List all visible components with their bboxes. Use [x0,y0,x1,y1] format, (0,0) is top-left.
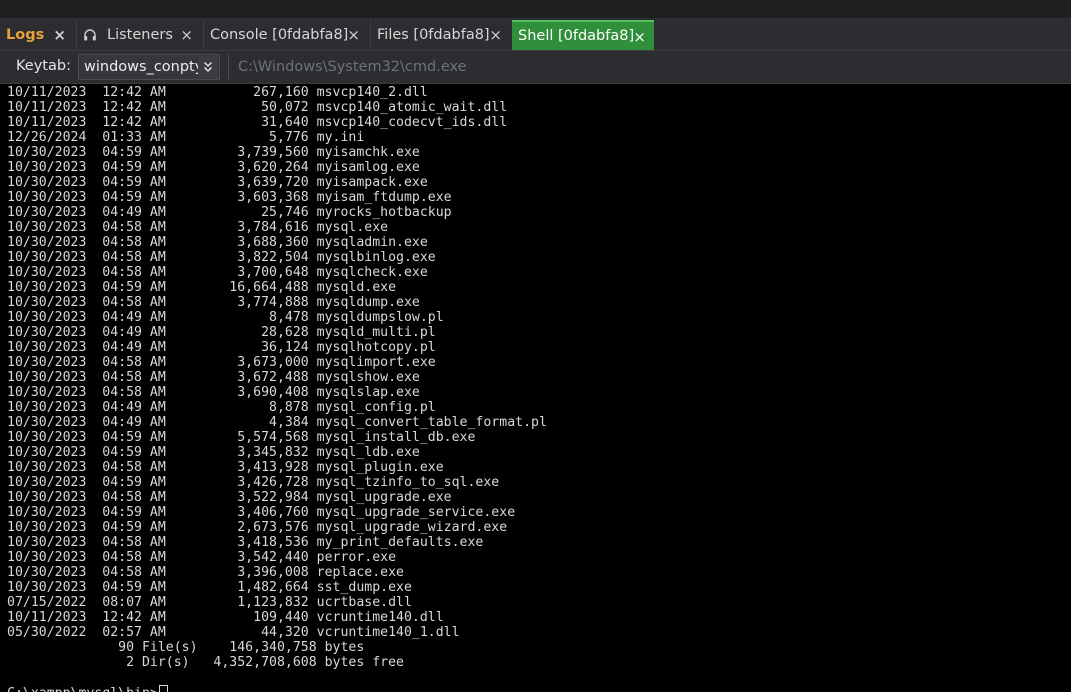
title-strip [0,0,1071,18]
terminal-line: 10/11/2023 12:42 AM 50,072 msvcp140_atom… [7,100,508,115]
tab-console[interactable]: Console [0fdabfa8] × [203,20,368,50]
terminal-line: 10/30/2023 04:59 AM 3,426,728 mysql_tzin… [7,475,500,490]
terminal-line: 10/30/2023 04:58 AM 3,784,616 mysql.exe [7,220,389,235]
chevron-updown-icon[interactable] [198,56,218,78]
tab-logs[interactable]: Logs × [0,20,74,50]
terminal-line: 10/30/2023 04:49 AM 28,628 mysqld_multi.… [7,325,436,340]
terminal-line: 10/30/2023 04:59 AM 3,739,560 myisamchk.… [7,145,420,160]
close-icon[interactable]: × [633,28,646,46]
terminal-output[interactable]: 10/11/2023 12:42 AM 267,160 msvcp140_2.d… [0,84,1071,692]
terminal-line: 10/30/2023 04:58 AM 3,413,928 mysql_plug… [7,460,444,475]
terminal-line: 10/30/2023 04:49 AM 36,124 mysqlhotcopy.… [7,340,436,355]
terminal-line: 05/30/2022 02:57 AM 44,320 vcruntime140_… [7,625,460,640]
terminal-prompt-row[interactable]: C:\xampp\mysql\bin> [7,685,1071,692]
tab-listeners-label: Listeners [107,27,173,43]
tab-listeners[interactable]: Listeners × [76,20,201,50]
terminal-line: 10/30/2023 04:59 AM 3,620,264 myisamlog.… [7,160,420,175]
terminal-line: 07/15/2022 08:07 AM 1,123,832 ucrtbase.d… [7,595,412,610]
terminal-line: 10/30/2023 04:58 AM 3,690,408 mysqlslap.… [7,385,420,400]
terminal-line: 10/30/2023 04:58 AM 3,418,536 my_print_d… [7,535,484,550]
terminal-line: 10/30/2023 04:58 AM 3,822,504 mysqlbinlo… [7,250,436,265]
terminal-line: 10/30/2023 04:49 AM 8,478 mysqldumpslow.… [7,310,444,325]
terminal-line: 10/30/2023 04:59 AM 3,345,832 mysql_ldb.… [7,445,420,460]
terminal-line: 10/11/2023 12:42 AM 31,640 msvcp140_code… [7,115,508,130]
terminal-line: 10/30/2023 04:58 AM 3,396,008 replace.ex… [7,565,404,580]
tab-files-label: Files [0fdabfa8] [377,27,490,43]
terminal-line: 10/30/2023 04:58 AM 3,700,648 mysqlcheck… [7,265,428,280]
tab-shell[interactable]: Shell [0fdabfa8] × [512,20,654,50]
terminal-line: 10/30/2023 04:59 AM 3,603,368 myisam_ftd… [7,190,452,205]
shell-path-field[interactable]: C:\Windows\System32\cmd.exe [228,54,1066,80]
close-icon[interactable]: × [347,26,360,44]
keytab-label: Keytab: [16,58,71,74]
terminal-line: 10/30/2023 04:49 AM 25,746 myrocks_hotba… [7,205,452,220]
terminal-prompt: C:\xampp\mysql\bin> [7,686,158,692]
terminal-line: 10/30/2023 04:58 AM 3,522,984 mysql_upgr… [7,490,452,505]
terminal-line: 10/30/2023 04:59 AM 2,673,576 mysql_upgr… [7,520,508,535]
terminal-line: 10/30/2023 04:58 AM 3,774,888 mysqldump.… [7,295,420,310]
terminal-line: 10/30/2023 04:58 AM 3,688,360 mysqladmin… [7,235,428,250]
terminal-line: 10/30/2023 04:58 AM 3,673,000 mysqlimpor… [7,355,436,370]
tab-files[interactable]: Files [0fdabfa8] × [370,20,510,50]
keytab-select[interactable]: windows_conpty [78,54,220,80]
close-icon[interactable]: × [489,26,502,44]
terminal-line: 10/11/2023 12:42 AM 109,440 vcruntime140… [7,610,444,625]
terminal-line: 2 Dir(s) 4,352,708,608 bytes free [7,655,404,670]
terminal-cursor [158,685,168,692]
terminal-line: 10/30/2023 04:59 AM 16,664,488 mysqld.ex… [7,280,397,295]
headphones-icon [83,28,97,42]
c2-client-window: Logs × Listeners × Console [0fdabfa8] × … [0,0,1071,692]
tab-shell-label: Shell [0fdabfa8] [518,28,635,44]
close-icon[interactable]: × [53,26,66,44]
terminal-line: 10/11/2023 12:42 AM 267,160 msvcp140_2.d… [7,85,428,100]
terminal-line: 10/30/2023 04:58 AM 3,542,440 perror.exe [7,550,397,565]
tab-bar: Logs × Listeners × Console [0fdabfa8] × … [0,18,1071,51]
close-icon[interactable]: × [180,26,193,44]
terminal-lines: 10/11/2023 12:42 AM 267,160 msvcp140_2.d… [0,84,1071,692]
terminal-line: 10/30/2023 04:59 AM 5,574,568 mysql_inst… [7,430,476,445]
terminal-line: 10/30/2023 04:49 AM 4,384 mysql_convert_… [7,415,547,430]
terminal-line: 10/30/2023 04:58 AM 3,672,488 mysqlshow.… [7,370,420,385]
terminal-line: 10/30/2023 04:59 AM 3,406,760 mysql_upgr… [7,505,516,520]
keytab-value: windows_conpty [84,59,204,75]
terminal-line: 12/26/2024 01:33 AM 5,776 my.ini [7,130,365,145]
terminal-line: 10/30/2023 04:59 AM 3,639,720 myisampack… [7,175,428,190]
terminal-line: 10/30/2023 04:49 AM 8,878 mysql_config.p… [7,400,436,415]
tab-console-label: Console [0fdabfa8] [210,27,349,43]
terminal-line: 90 File(s) 146,340,758 bytes [7,640,365,655]
tab-logs-label: Logs [6,27,45,43]
shell-toolbar: Keytab: windows_conpty C:\Windows\System… [0,51,1071,84]
terminal-line: 10/30/2023 04:59 AM 1,482,664 sst_dump.e… [7,580,412,595]
